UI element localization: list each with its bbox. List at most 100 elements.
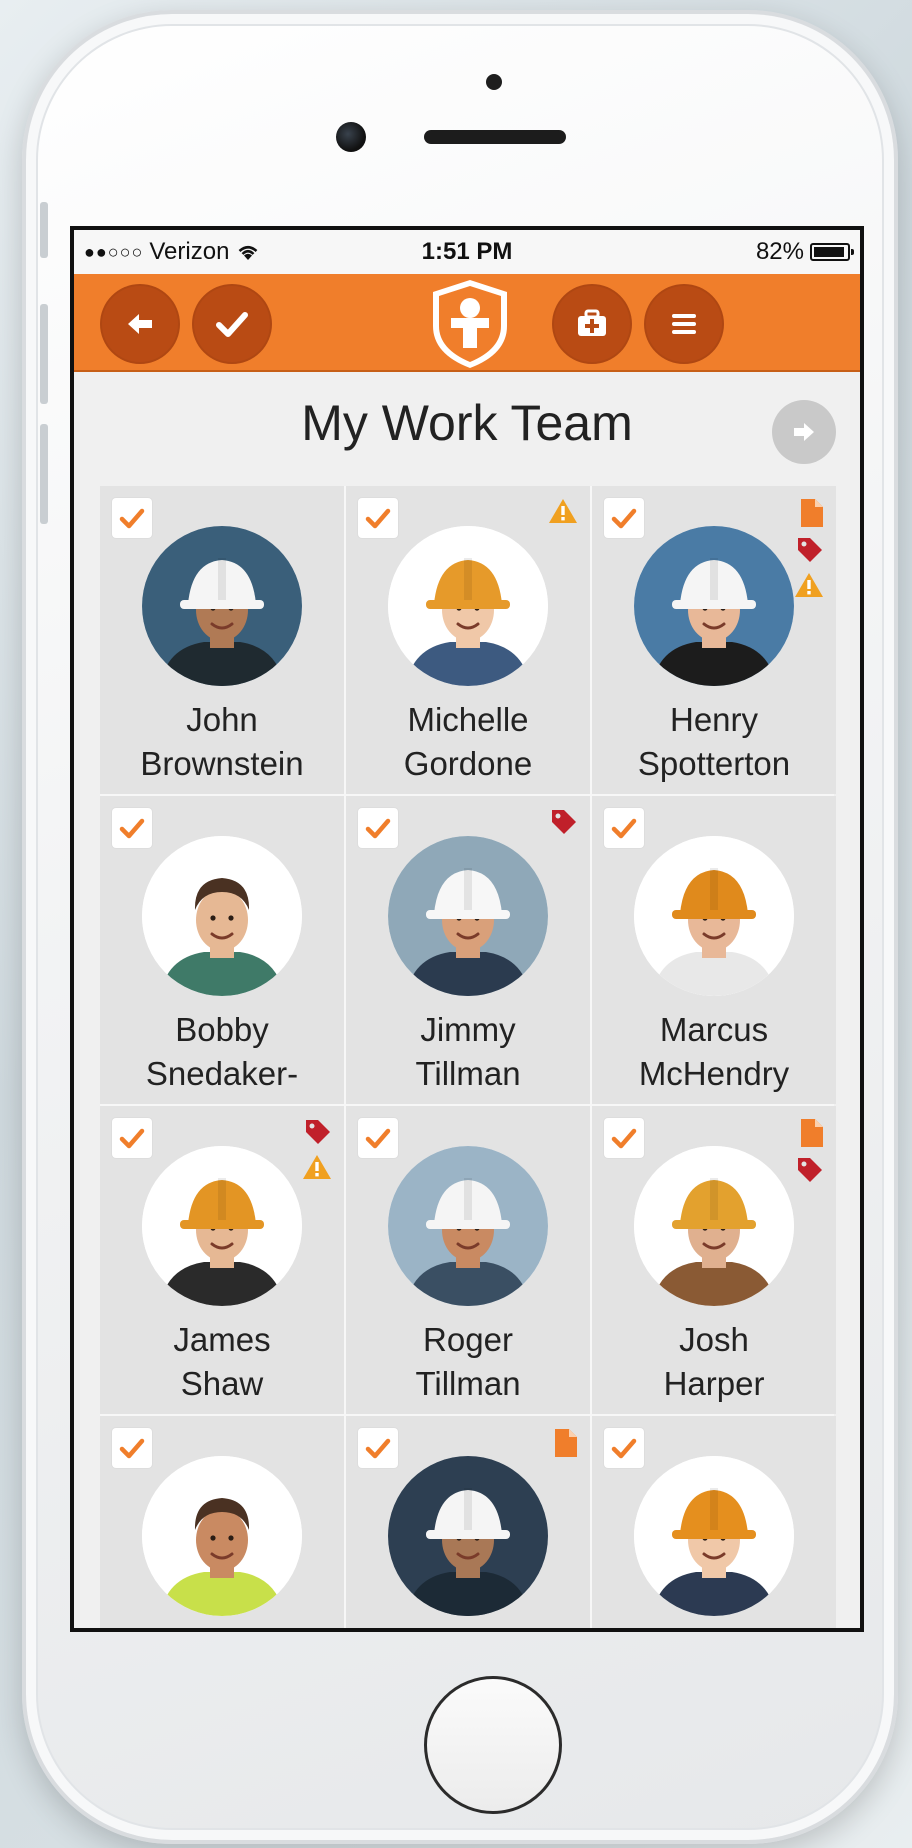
- battery-group: 82%: [756, 238, 854, 266]
- team-member-card[interactable]: Henry Spotterton: [592, 486, 836, 794]
- first-name: Bobby: [175, 1011, 269, 1048]
- avatar[interactable]: [388, 1456, 548, 1616]
- status-badges: [548, 498, 578, 524]
- page-title: My Work Team: [301, 395, 633, 451]
- first-aid-button[interactable]: [552, 284, 632, 364]
- team-member-card[interactable]: Roger Tillman: [346, 1106, 590, 1414]
- select-checkbox[interactable]: [604, 1428, 644, 1468]
- signal-strength-icon: ●●○○○: [84, 241, 144, 262]
- nav-bar: [74, 274, 860, 372]
- select-checkbox[interactable]: [604, 498, 644, 538]
- checkmark-icon: [611, 1438, 637, 1459]
- member-name: James Shaw: [100, 1318, 344, 1406]
- select-checkbox[interactable]: [604, 808, 644, 848]
- select-checkbox[interactable]: [112, 1428, 152, 1468]
- proximity-sensor: [486, 74, 502, 90]
- avatar[interactable]: [388, 836, 548, 996]
- select-checkbox[interactable]: [358, 808, 398, 848]
- avatar[interactable]: [142, 1146, 302, 1306]
- member-name: Roger Tillman: [346, 1318, 590, 1406]
- select-checkbox[interactable]: [112, 1118, 152, 1158]
- member-name: Josh Harper: [592, 1318, 836, 1406]
- shield-worker-logo: [433, 280, 507, 368]
- back-button[interactable]: [100, 284, 180, 364]
- last-name: Spotterton: [637, 745, 791, 782]
- volume-up-button: [40, 304, 48, 404]
- title-row: My Work Team: [74, 372, 860, 478]
- member-name: Jimmy Tillman: [346, 1008, 590, 1096]
- team-member-card[interactable]: Josh Harper: [592, 1106, 836, 1414]
- first-name: Roger: [423, 1321, 513, 1358]
- team-grid: John Brownstein Michelle Gordone Henry Spot…: [100, 486, 836, 1628]
- hamburger-menu-icon: [672, 314, 696, 334]
- select-checkbox[interactable]: [604, 1118, 644, 1158]
- select-checkbox[interactable]: [112, 498, 152, 538]
- avatar[interactable]: [142, 1456, 302, 1616]
- checkmark-icon: [119, 1128, 145, 1149]
- team-member-card[interactable]: Marcus McHendry: [592, 796, 836, 1104]
- last-name: Harper: [663, 1365, 765, 1402]
- status-bar: ●●○○○ Verizon 1:51 PM 82%: [74, 230, 860, 274]
- member-name: Michelle Gordone: [346, 698, 590, 786]
- carrier-group: ●●○○○ Verizon: [84, 238, 261, 266]
- warning-icon: [794, 572, 824, 598]
- mute-switch: [40, 202, 48, 258]
- avatar[interactable]: [388, 1146, 548, 1306]
- app-screen: ●●○○○ Verizon 1:51 PM 82% My Work Team J…: [70, 226, 864, 1632]
- avatar[interactable]: [634, 1146, 794, 1306]
- member-name: Henry Spotterton: [592, 698, 836, 786]
- earpiece-speaker: [424, 130, 566, 144]
- last-name: Brownstein: [140, 745, 304, 782]
- front-camera: [336, 122, 366, 152]
- team-member-card[interactable]: Bobby Snedaker-: [100, 796, 344, 1104]
- first-name: Josh: [679, 1321, 749, 1358]
- document-icon: [554, 1428, 578, 1458]
- home-button[interactable]: [424, 1676, 562, 1814]
- document-icon: [800, 1118, 824, 1148]
- confirm-button[interactable]: [192, 284, 272, 364]
- select-checkbox[interactable]: [358, 1428, 398, 1468]
- team-member-card[interactable]: James Shaw: [100, 1106, 344, 1414]
- last-name: Gordone: [403, 745, 533, 782]
- avatar[interactable]: [142, 526, 302, 686]
- first-name: Michelle: [407, 701, 529, 738]
- team-member-card[interactable]: [592, 1416, 836, 1628]
- checkmark-icon: [365, 818, 391, 839]
- member-name: John Brownstein: [100, 698, 344, 786]
- team-member-card[interactable]: Jimmy Tillman: [346, 796, 590, 1104]
- tag-icon: [796, 536, 824, 564]
- checkmark-icon: [119, 818, 145, 839]
- avatar[interactable]: [634, 836, 794, 996]
- first-name: James: [173, 1321, 271, 1358]
- tag-icon: [796, 1156, 824, 1184]
- checkmark-icon: [365, 1438, 391, 1459]
- select-checkbox[interactable]: [358, 498, 398, 538]
- status-badges: [550, 808, 578, 836]
- team-member-card[interactable]: [346, 1416, 590, 1628]
- checkmark-icon: [611, 818, 637, 839]
- avatar[interactable]: [142, 836, 302, 996]
- last-name: Tillman: [415, 1365, 521, 1402]
- team-member-card[interactable]: [100, 1416, 344, 1628]
- avatar[interactable]: [634, 526, 794, 686]
- checkmark-icon: [365, 508, 391, 529]
- forward-arrow-icon: [794, 423, 814, 441]
- first-aid-kit-icon: [578, 309, 606, 336]
- battery-icon: [810, 243, 854, 261]
- avatar[interactable]: [388, 526, 548, 686]
- avatar[interactable]: [634, 1456, 794, 1616]
- checkmark-icon: [611, 508, 637, 529]
- status-badges: [554, 1428, 578, 1458]
- select-checkbox[interactable]: [358, 1118, 398, 1158]
- next-button[interactable]: [772, 400, 836, 464]
- checkmark-icon: [119, 508, 145, 529]
- select-checkbox[interactable]: [112, 808, 152, 848]
- first-name: Henry: [669, 701, 759, 738]
- tag-icon: [304, 1118, 332, 1146]
- team-member-card[interactable]: John Brownstein: [100, 486, 344, 794]
- volume-down-button: [40, 424, 48, 524]
- last-name: Tillman: [415, 1055, 521, 1092]
- team-member-card[interactable]: Michelle Gordone: [346, 486, 590, 794]
- first-name: Marcus: [659, 1011, 769, 1048]
- menu-button[interactable]: [644, 284, 724, 364]
